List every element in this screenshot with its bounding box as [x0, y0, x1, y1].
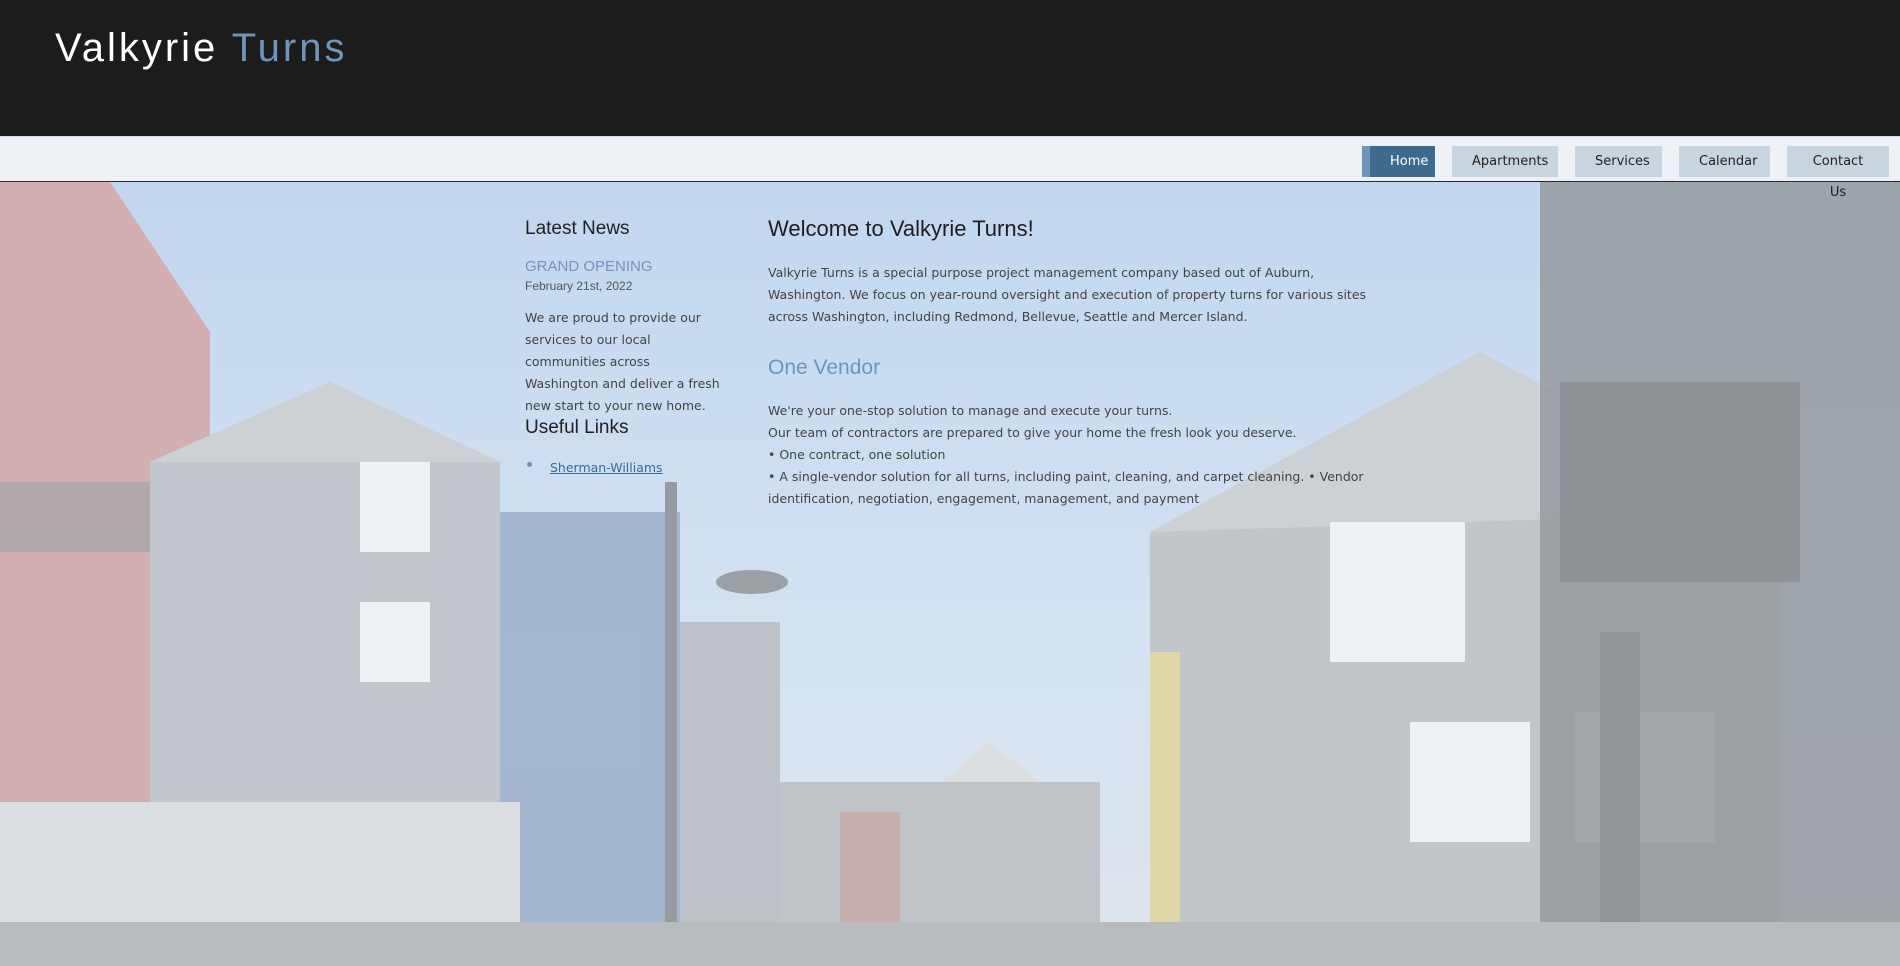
site-header: Valkyrie Turns: [0, 0, 1900, 136]
news-item-body: We are proud to provide our services to …: [525, 310, 720, 413]
bullet-icon: [527, 462, 532, 467]
vendor-line: • One contract, one solution: [768, 447, 946, 462]
useful-link-item: Sherman-Williams: [525, 457, 725, 476]
main-content: Welcome to Valkyrie Turns! Valkyrie Turn…: [768, 216, 1368, 510]
nav-calendar[interactable]: Calendar: [1679, 146, 1770, 177]
useful-links-heading: Useful Links: [525, 417, 629, 438]
nav-apartments[interactable]: Apartments: [1452, 146, 1558, 177]
sidebar: Latest News GRAND OPENING February 21st,…: [525, 218, 725, 476]
site-logo[interactable]: Valkyrie Turns: [55, 26, 347, 71]
logo-main-text: Valkyrie: [55, 26, 219, 70]
main-navigation: Home Apartments Services Calendar Contac…: [0, 136, 1900, 200]
one-vendor-body: We're your one-stop solution to manage a…: [768, 400, 1368, 510]
link-sherman-williams[interactable]: Sherman-Williams: [550, 460, 663, 475]
intro-paragraph: Valkyrie Turns is a special purpose proj…: [768, 265, 1367, 324]
vendor-line: • A single-vendor solution for all turns…: [768, 469, 1364, 506]
news-item-title: GRAND OPENING: [525, 258, 653, 275]
nav-contact-us[interactable]: Contact Us: [1787, 146, 1889, 200]
vendor-line: We're your one-stop solution to manage a…: [768, 403, 1173, 418]
vendor-line: Our team of contractors are prepared to …: [768, 425, 1297, 440]
news-item-date: February 21st, 2022: [525, 279, 633, 293]
one-vendor-heading: One Vendor: [768, 356, 881, 379]
nav-services[interactable]: Services: [1575, 146, 1662, 177]
nav-home[interactable]: Home: [1362, 146, 1435, 177]
logo-accent-text: Turns: [231, 26, 348, 70]
welcome-heading: Welcome to Valkyrie Turns!: [768, 216, 1034, 241]
latest-news-heading: Latest News: [525, 218, 630, 239]
